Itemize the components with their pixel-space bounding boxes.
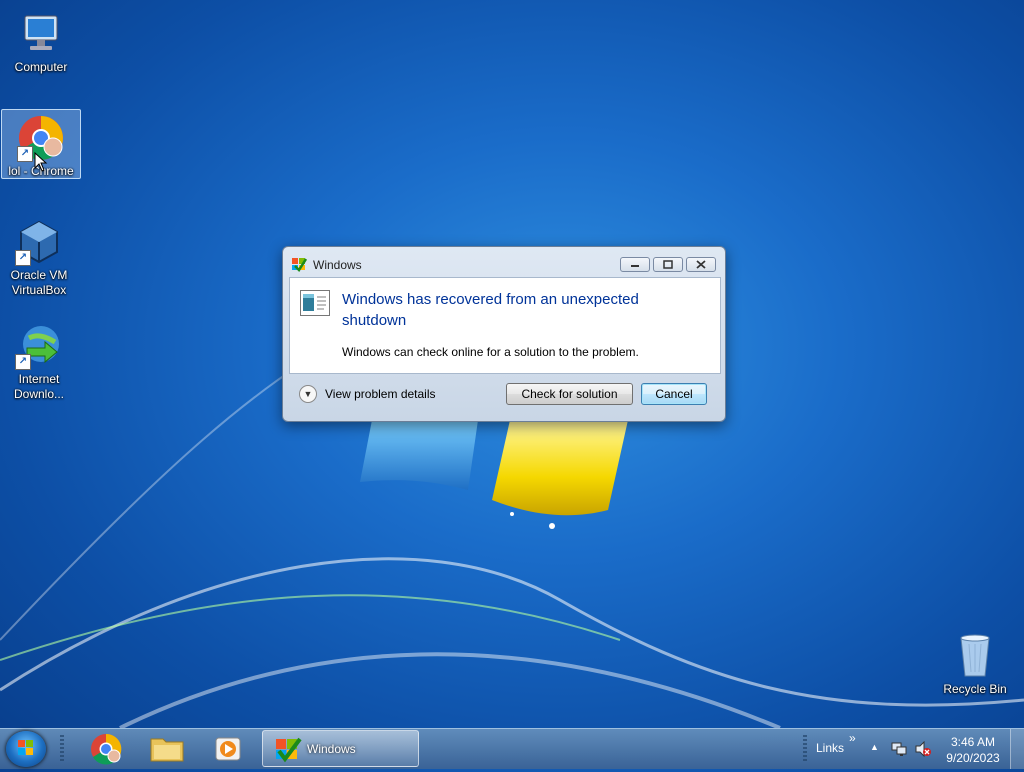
- dialog-titlebar[interactable]: Windows: [283, 247, 725, 277]
- minimize-button[interactable]: [620, 257, 650, 272]
- chrome-icon: [91, 733, 122, 765]
- show-desktop-button[interactable]: [1010, 729, 1024, 769]
- system-clock[interactable]: 3:46 AM 9/20/2023: [940, 734, 1006, 766]
- virtualbox-icon: ↗: [15, 218, 63, 266]
- computer-icon: [17, 10, 65, 58]
- file-explorer-icon: [150, 738, 184, 762]
- clock-date: 9/20/2023: [946, 751, 1000, 765]
- dialog-heading: Windows has recovered from an unexpected…: [342, 291, 639, 329]
- shortcut-arrow-icon: ↗: [17, 146, 33, 162]
- taskbar-active-window[interactable]: Windows: [262, 730, 419, 767]
- cancel-button[interactable]: Cancel: [641, 383, 707, 405]
- check-for-solution-button[interactable]: Check for solution: [506, 383, 633, 405]
- recovery-dialog: Windows Windows has recovered from an un…: [282, 246, 726, 422]
- links-overflow-icon[interactable]: »: [849, 731, 856, 745]
- network-icon[interactable]: [890, 741, 908, 757]
- links-toolbar-grip[interactable]: [803, 735, 807, 763]
- clock-time: 3:46 AM: [950, 735, 996, 749]
- shortcut-arrow-icon: ↗: [15, 250, 31, 266]
- taskbar: Windows Links » ▲ 3:46 AM 9/20/2023: [0, 728, 1024, 769]
- desktop-icon-label: Computer: [14, 60, 68, 74]
- volume-muted-icon[interactable]: [914, 740, 932, 758]
- taskbar-window-label: Windows: [307, 742, 356, 756]
- view-details-label: View problem details: [325, 387, 436, 401]
- links-toolbar[interactable]: Links: [816, 741, 844, 755]
- dialog-content: Windows has recovered from an unexpected…: [289, 277, 721, 374]
- dialog-message: Windows can check online for a solution …: [342, 345, 639, 359]
- taskbar-media-player[interactable]: [202, 731, 254, 767]
- recycle-bin-icon: [951, 632, 999, 680]
- restore-button[interactable]: [653, 257, 683, 272]
- show-hidden-icons-button[interactable]: ▲: [870, 742, 879, 752]
- shortcut-arrow-icon: ↗: [15, 354, 31, 370]
- view-details-toggle[interactable]: ▼ View problem details: [299, 385, 436, 403]
- desktop-icon-computer[interactable]: Computer: [2, 6, 80, 75]
- dialog-footer: ▼ View problem details Check for solutio…: [289, 373, 719, 415]
- desktop-icon-label: Internet Downlo...: [13, 372, 65, 401]
- desktop-icon-internet-download-manager[interactable]: ↗ Internet Downlo...: [0, 318, 78, 402]
- problem-report-icon: [300, 290, 330, 316]
- windows-logo-icon: [18, 740, 33, 755]
- taskbar-chrome[interactable]: [80, 731, 132, 767]
- windows-check-icon: [291, 256, 308, 272]
- media-player-icon: [215, 737, 241, 761]
- dialog-title: Windows: [313, 258, 362, 272]
- desktop-icon-recycle-bin[interactable]: Recycle Bin: [936, 628, 1014, 697]
- mouse-cursor-icon: [34, 152, 48, 172]
- desktop-icon-label: Oracle VM VirtualBox: [10, 268, 68, 297]
- desktop-icon-virtualbox[interactable]: ↗ Oracle VM VirtualBox: [0, 214, 78, 298]
- internet-download-manager-icon: ↗: [15, 322, 63, 370]
- windows-check-icon: [276, 737, 302, 763]
- taskbar-file-explorer[interactable]: [141, 731, 193, 767]
- close-button[interactable]: [686, 257, 716, 272]
- taskbar-grip[interactable]: [60, 735, 64, 763]
- desktop-icon-label: Recycle Bin: [943, 682, 1007, 696]
- chevron-down-icon: ▼: [299, 385, 317, 403]
- start-button[interactable]: [6, 731, 46, 767]
